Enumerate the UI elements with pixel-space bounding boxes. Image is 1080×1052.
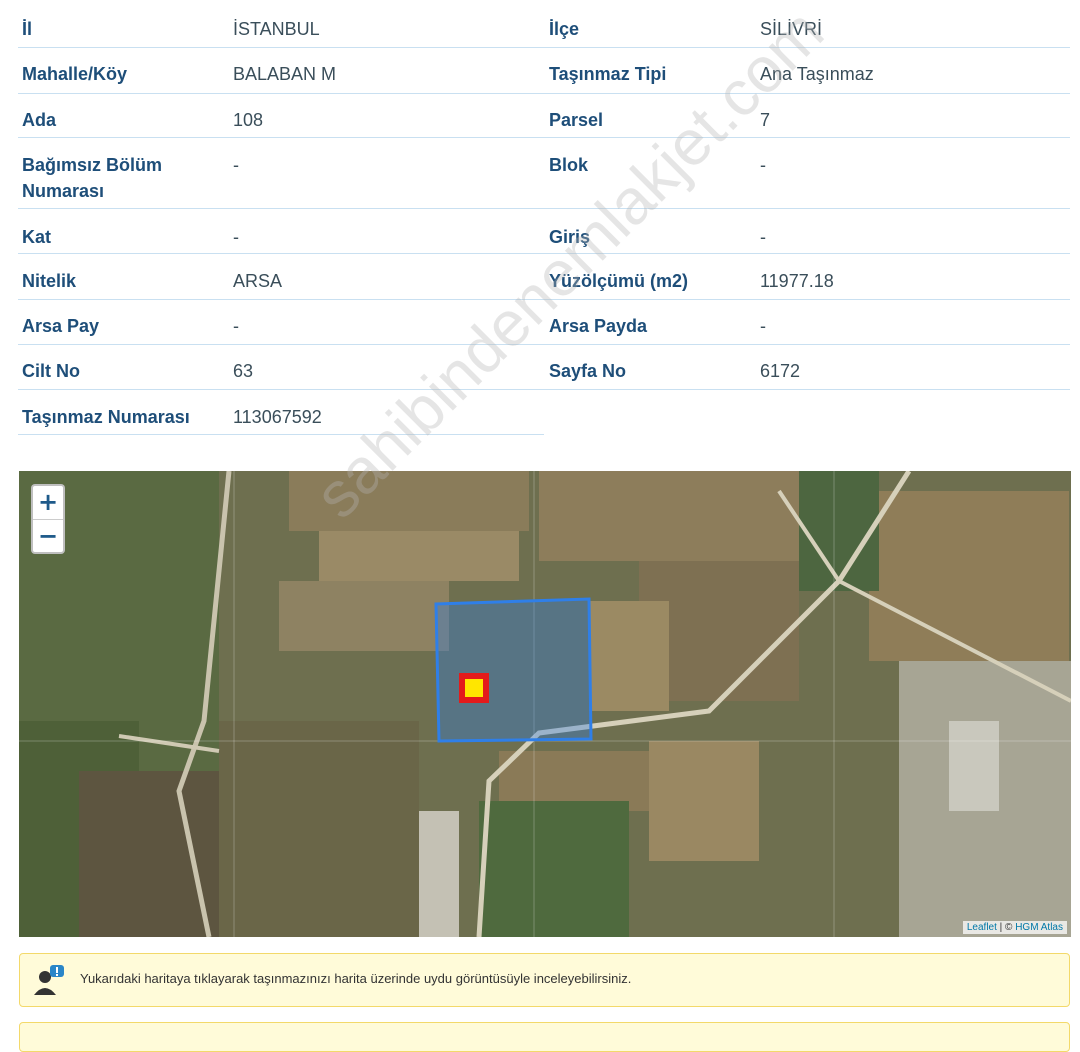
value-arsa-payda: - xyxy=(760,316,766,336)
value-mahalle: BALABAN M xyxy=(233,64,337,84)
value-arsa-pay: - xyxy=(233,316,239,336)
value-parsel: 7 xyxy=(760,110,771,130)
value-nitelik: ARSA xyxy=(233,271,283,291)
info-notice: Yukarıdaki haritaya tıklayarak taşınmazı… xyxy=(19,953,1070,1007)
value-sayfa-no: 6172 xyxy=(760,361,801,381)
row-divider xyxy=(18,299,1070,300)
label-arsa-pay: Arsa Pay xyxy=(22,316,100,336)
attribution-separator: | © xyxy=(996,922,1016,933)
satellite-map[interactable]: + − Leaflet | © HGM Atlas xyxy=(19,471,1071,937)
row-divider xyxy=(18,253,1070,254)
label-sayfa-no: Sayfa No xyxy=(549,361,627,381)
second-notice xyxy=(19,1022,1070,1052)
satellite-imagery xyxy=(19,471,1071,937)
row-divider xyxy=(18,389,1070,390)
label-ada: Ada xyxy=(22,110,57,130)
label-bagimsiz-bolum: Bağımsız Bölüm xyxy=(22,155,163,175)
row-divider xyxy=(18,344,1070,345)
row-divider xyxy=(18,47,1070,48)
parcel-marker-inner xyxy=(465,679,483,697)
label-il: İl xyxy=(22,19,33,39)
value-blok: - xyxy=(760,155,766,175)
leaflet-link[interactable]: Leaflet xyxy=(967,922,997,933)
row-divider xyxy=(18,208,1070,209)
row-divider xyxy=(18,434,544,435)
map-attribution: Leaflet | © HGM Atlas xyxy=(962,921,1067,934)
label-giris: Giriş xyxy=(549,227,591,247)
value-tasinmaz-tipi: Ana Taşınmaz xyxy=(760,64,874,84)
notice-text: Yukarıdaki haritaya tıklayarak taşınmazı… xyxy=(80,971,632,986)
zoom-out-button[interactable]: − xyxy=(33,520,63,553)
value-giris: - xyxy=(760,227,766,247)
value-cilt-no: 63 xyxy=(233,361,254,381)
parcel-outline[interactable] xyxy=(434,597,593,743)
label-parsel: Parsel xyxy=(549,110,604,130)
label-kat: Kat xyxy=(22,227,52,247)
row-divider xyxy=(18,137,1070,138)
zoom-in-button[interactable]: + xyxy=(33,486,63,520)
value-tasinmaz-numarasi: 113067592 xyxy=(233,407,322,427)
label-arsa-payda: Arsa Payda xyxy=(549,316,648,336)
label-mahalle: Mahalle/Köy xyxy=(22,64,128,84)
label-cilt-no: Cilt No xyxy=(22,361,80,381)
value-kat: - xyxy=(233,227,239,247)
value-il: İSTANBUL xyxy=(233,19,320,39)
label-bagimsiz-bolum-2: Numarası xyxy=(22,181,105,201)
label-ilce: İlçe xyxy=(549,19,580,39)
user-info-icon xyxy=(34,963,66,1002)
value-ada: 108 xyxy=(233,110,264,130)
label-tasinmaz-tipi: Taşınmaz Tipi xyxy=(549,64,667,84)
zoom-control: + − xyxy=(31,484,65,554)
value-bagimsiz-bolum: - xyxy=(233,155,239,175)
hgm-atlas-link[interactable]: HGM Atlas xyxy=(1015,922,1063,933)
value-ilce: SİLİVRİ xyxy=(760,19,823,39)
label-blok: Blok xyxy=(549,155,589,175)
label-yuzolcumu: Yüzölçümü (m2) xyxy=(549,271,689,291)
value-yuzolcumu: 11977.18 xyxy=(760,271,834,291)
label-tasinmaz-numarasi: Taşınmaz Numarası xyxy=(22,407,190,427)
label-nitelik: Nitelik xyxy=(22,271,77,291)
row-divider xyxy=(18,93,1070,94)
